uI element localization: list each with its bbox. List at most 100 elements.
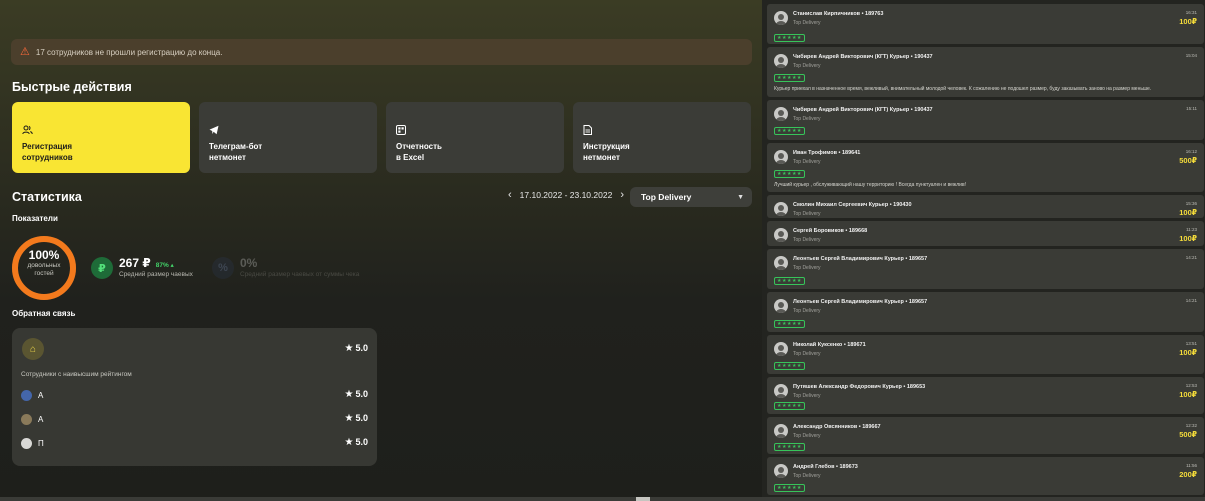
review-card[interactable]: Чибирев Андрей Викторович (КГТ) Курьер •… — [767, 47, 1204, 97]
employee-score: ★ 5.0 — [345, 437, 368, 448]
employee-name: А — [38, 391, 44, 400]
avatar — [774, 256, 788, 270]
review-card[interactable]: Иван Трофимов • 189641 Top Delivery 16:1… — [767, 143, 1204, 192]
avg-tip-metric: 267 ₽ 87% ▴ — [119, 256, 174, 270]
quick-action-excel-report[interactable]: Отчетность в Excel — [386, 102, 564, 173]
chevron-right-icon[interactable]: › — [620, 189, 624, 201]
avatar — [774, 384, 788, 398]
review-card[interactable]: Смолин Михаил Сергеевич Курьер • 190430 … — [767, 195, 1204, 218]
top-employee-row[interactable]: А — [21, 390, 43, 401]
indicators-title: Показатели — [12, 214, 58, 223]
rating-stars: ★★★★★ — [774, 443, 805, 451]
employee-score-value: 5.0 — [355, 413, 368, 423]
review-company: Top Delivery — [793, 237, 821, 243]
rating-stars: ★★★★★ — [774, 402, 805, 410]
review-comment: Лучший курьер , обслуживающий нашу терри… — [774, 182, 967, 188]
review-author: Чибирев Андрей Викторович (КГТ) Курьер •… — [793, 107, 933, 113]
review-time: 14:21 — [1185, 255, 1197, 260]
tip-share-value: 0% — [240, 256, 258, 270]
review-company: Top Delivery — [793, 63, 821, 69]
review-time: 11:23 — [1186, 227, 1197, 232]
rating-stars: ★★★★★ — [774, 170, 805, 178]
review-author: Леонтьев Сергей Владимирович Курьер • 18… — [793, 299, 928, 305]
quick-action-instruction[interactable]: Инструкция нетмонет — [573, 102, 751, 173]
avatar — [774, 228, 788, 242]
overall-score-value: 5.0 — [355, 343, 368, 353]
horizontal-scrollbar[interactable] — [0, 497, 1205, 501]
scrollbar-thumb[interactable] — [636, 497, 650, 501]
review-card[interactable]: Чибирев Андрей Викторович (КГТ) Курьер •… — [767, 100, 1204, 140]
review-author: Александр Овсянников • 189667 — [793, 424, 881, 430]
chevron-down-icon: ▼ — [737, 193, 744, 201]
review-tip: 100₽ — [1179, 348, 1197, 357]
avatar — [774, 54, 788, 68]
top-employee-row[interactable]: А — [21, 414, 43, 425]
feedback-title: Обратная связь — [12, 309, 76, 318]
review-time: 16:12 — [1185, 149, 1197, 154]
avatar — [21, 414, 32, 425]
review-card[interactable]: Александр Овсянников • 189667 Top Delive… — [767, 417, 1204, 454]
reviews-feed[interactable]: Станислав Кирпичников • 189763 Top Deliv… — [762, 0, 1205, 501]
users-icon — [22, 125, 180, 138]
top-rated-subtitle: Сотрудники с наивысшим рейтингом — [21, 371, 132, 378]
review-company: Top Delivery — [793, 265, 821, 271]
statistics-title: Статистика — [12, 190, 82, 204]
rating-stars: ★★★★★ — [774, 320, 805, 328]
tip-share-label: Средний размер чаевых от суммы чека — [240, 271, 360, 278]
review-author: Чибирев Андрей Викторович (КГТ) Курьер •… — [793, 54, 933, 60]
review-time: 15:11 — [1186, 106, 1197, 111]
avatar — [774, 464, 788, 478]
review-card[interactable]: Николай Куксенко • 189671 Top Delivery 1… — [767, 335, 1204, 374]
avg-tip-value: 267 ₽ — [119, 256, 151, 270]
satisfaction-text: 100% довольных гостей — [10, 249, 78, 278]
telegram-icon — [209, 125, 367, 138]
employee-score: ★ 5.0 — [345, 413, 368, 424]
quick-action-label: Регистрация — [22, 142, 73, 151]
review-company: Top Delivery — [793, 159, 821, 165]
avatar — [21, 438, 32, 449]
avatar — [774, 11, 788, 25]
chevron-left-icon[interactable]: ‹ — [508, 189, 512, 201]
main-panel: ⚠ 17 сотрудников не прошли регистрацию д… — [0, 0, 762, 501]
ruble-icon: ₽ — [91, 257, 113, 279]
employee-score-value: 5.0 — [355, 389, 368, 399]
review-author: Андрей Глебов • 189673 — [793, 464, 858, 470]
satisfaction-value: 100% — [28, 248, 60, 262]
review-time: 12:53 — [1185, 383, 1197, 388]
review-company: Top Delivery — [793, 473, 821, 479]
review-card[interactable]: Путяшев Александр Федорович Курьер • 189… — [767, 377, 1204, 414]
company-select[interactable]: Top Delivery ▼ — [630, 187, 752, 207]
satisfaction-label: гостей — [34, 270, 54, 277]
review-time: 11:56 — [1186, 463, 1197, 468]
avatar — [774, 202, 788, 216]
review-comment: Курьер приехал в назначенное время, вежл… — [774, 86, 1152, 92]
review-card[interactable]: Станислав Кирпичников • 189763 Top Deliv… — [767, 4, 1204, 44]
satisfaction-label: довольных — [27, 262, 61, 269]
quick-action-register-employees[interactable]: Регистрация сотрудников — [12, 102, 190, 173]
quick-action-label: Телеграм-бот — [209, 142, 263, 151]
review-company: Top Delivery — [793, 308, 821, 314]
avatar — [774, 150, 788, 164]
review-tip: 100₽ — [1179, 234, 1197, 243]
review-company: Top Delivery — [793, 393, 821, 399]
top-employee-row[interactable]: П — [21, 438, 44, 449]
review-time: 16:31 — [1185, 10, 1197, 15]
company-select-value: Top Delivery — [641, 192, 692, 202]
quick-action-telegram-bot[interactable]: Телеграм-бот нетмонет — [199, 102, 377, 173]
avg-tip-change: 87% ▴ — [155, 262, 174, 269]
date-range-text[interactable]: 17.10.2022 - 23.10.2022 — [520, 190, 613, 200]
quick-action-label: Отчетность — [396, 142, 442, 151]
excel-icon — [396, 125, 554, 138]
review-card[interactable]: Леонтьев Сергей Владимирович Курьер • 18… — [767, 249, 1204, 289]
home-icon: ⌂ — [22, 338, 44, 360]
review-card[interactable]: Леонтьев Сергей Владимирович Курьер • 18… — [767, 292, 1204, 332]
avatar — [774, 299, 788, 313]
percent-icon: % — [212, 257, 234, 279]
review-card[interactable]: Сергей Боровиков • 189668 Top Delivery 1… — [767, 221, 1204, 246]
review-card[interactable]: Андрей Глебов • 189673 Top Delivery 11:5… — [767, 457, 1204, 495]
rating-stars: ★★★★★ — [774, 34, 805, 42]
rating-stars: ★★★★★ — [774, 74, 805, 82]
registration-alert: ⚠ 17 сотрудников не прошли регистрацию д… — [11, 39, 752, 65]
review-author: Иван Трофимов • 189641 — [793, 150, 861, 156]
quick-action-label: нетмонет — [583, 152, 620, 162]
